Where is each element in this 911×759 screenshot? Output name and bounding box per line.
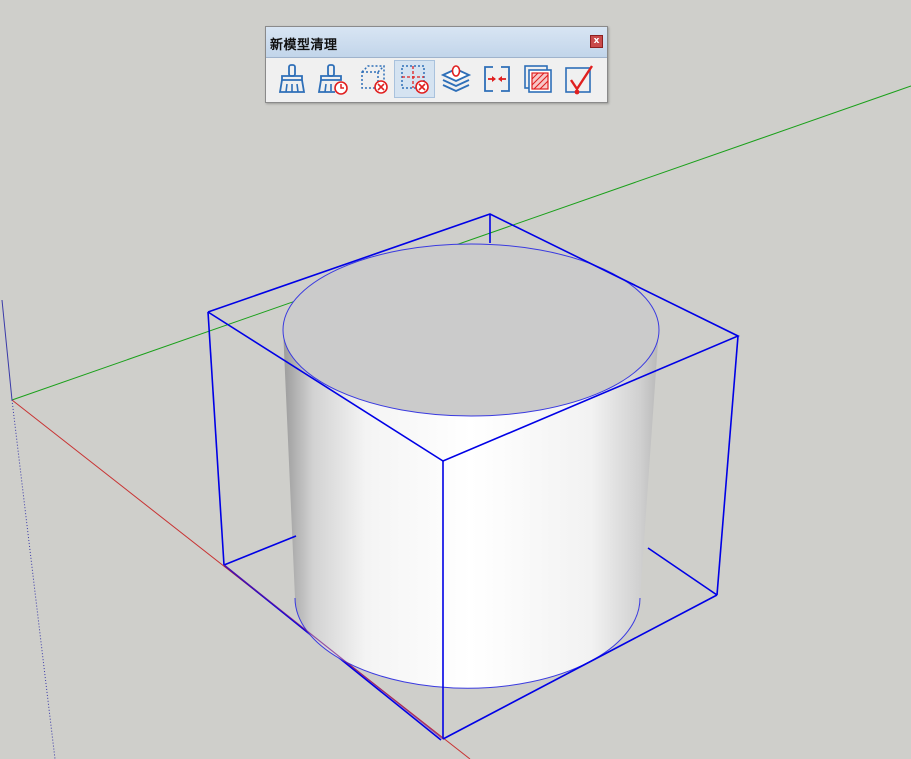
checkmark-icon [564,65,593,95]
hatch-face-button[interactable] [517,60,558,98]
check-model-button[interactable] [558,60,599,98]
delete-hidden-button[interactable] [353,60,394,98]
close-button[interactable]: x [590,35,603,48]
cylinder-model[interactable] [282,243,660,689]
tool-row [271,60,599,98]
merge-arrows-icon [483,66,510,92]
delete-guides-button[interactable] [394,60,435,98]
clean-model-button[interactable] [271,60,312,98]
delete-hidden-box-icon [360,65,388,94]
broom-icon [278,64,305,93]
delete-guides-icon [400,65,429,94]
layer-zero-button[interactable] [435,60,476,98]
blue-axis [1,299,13,401]
toolbar-titlebar[interactable]: 新模型清理 x [266,27,607,58]
blue-axis-dotted [11,399,56,759]
toolbar-title: 新模型清理 [270,38,338,53]
broom-clock-icon [317,64,348,95]
layer-zero-icon [440,65,471,92]
scheduled-clean-button[interactable] [312,60,353,98]
model-viewport[interactable] [0,0,911,759]
hatched-face-icon [523,65,552,93]
merge-button[interactable] [476,60,517,98]
model-cleanup-toolbar[interactable]: 新模型清理 x [265,26,608,103]
